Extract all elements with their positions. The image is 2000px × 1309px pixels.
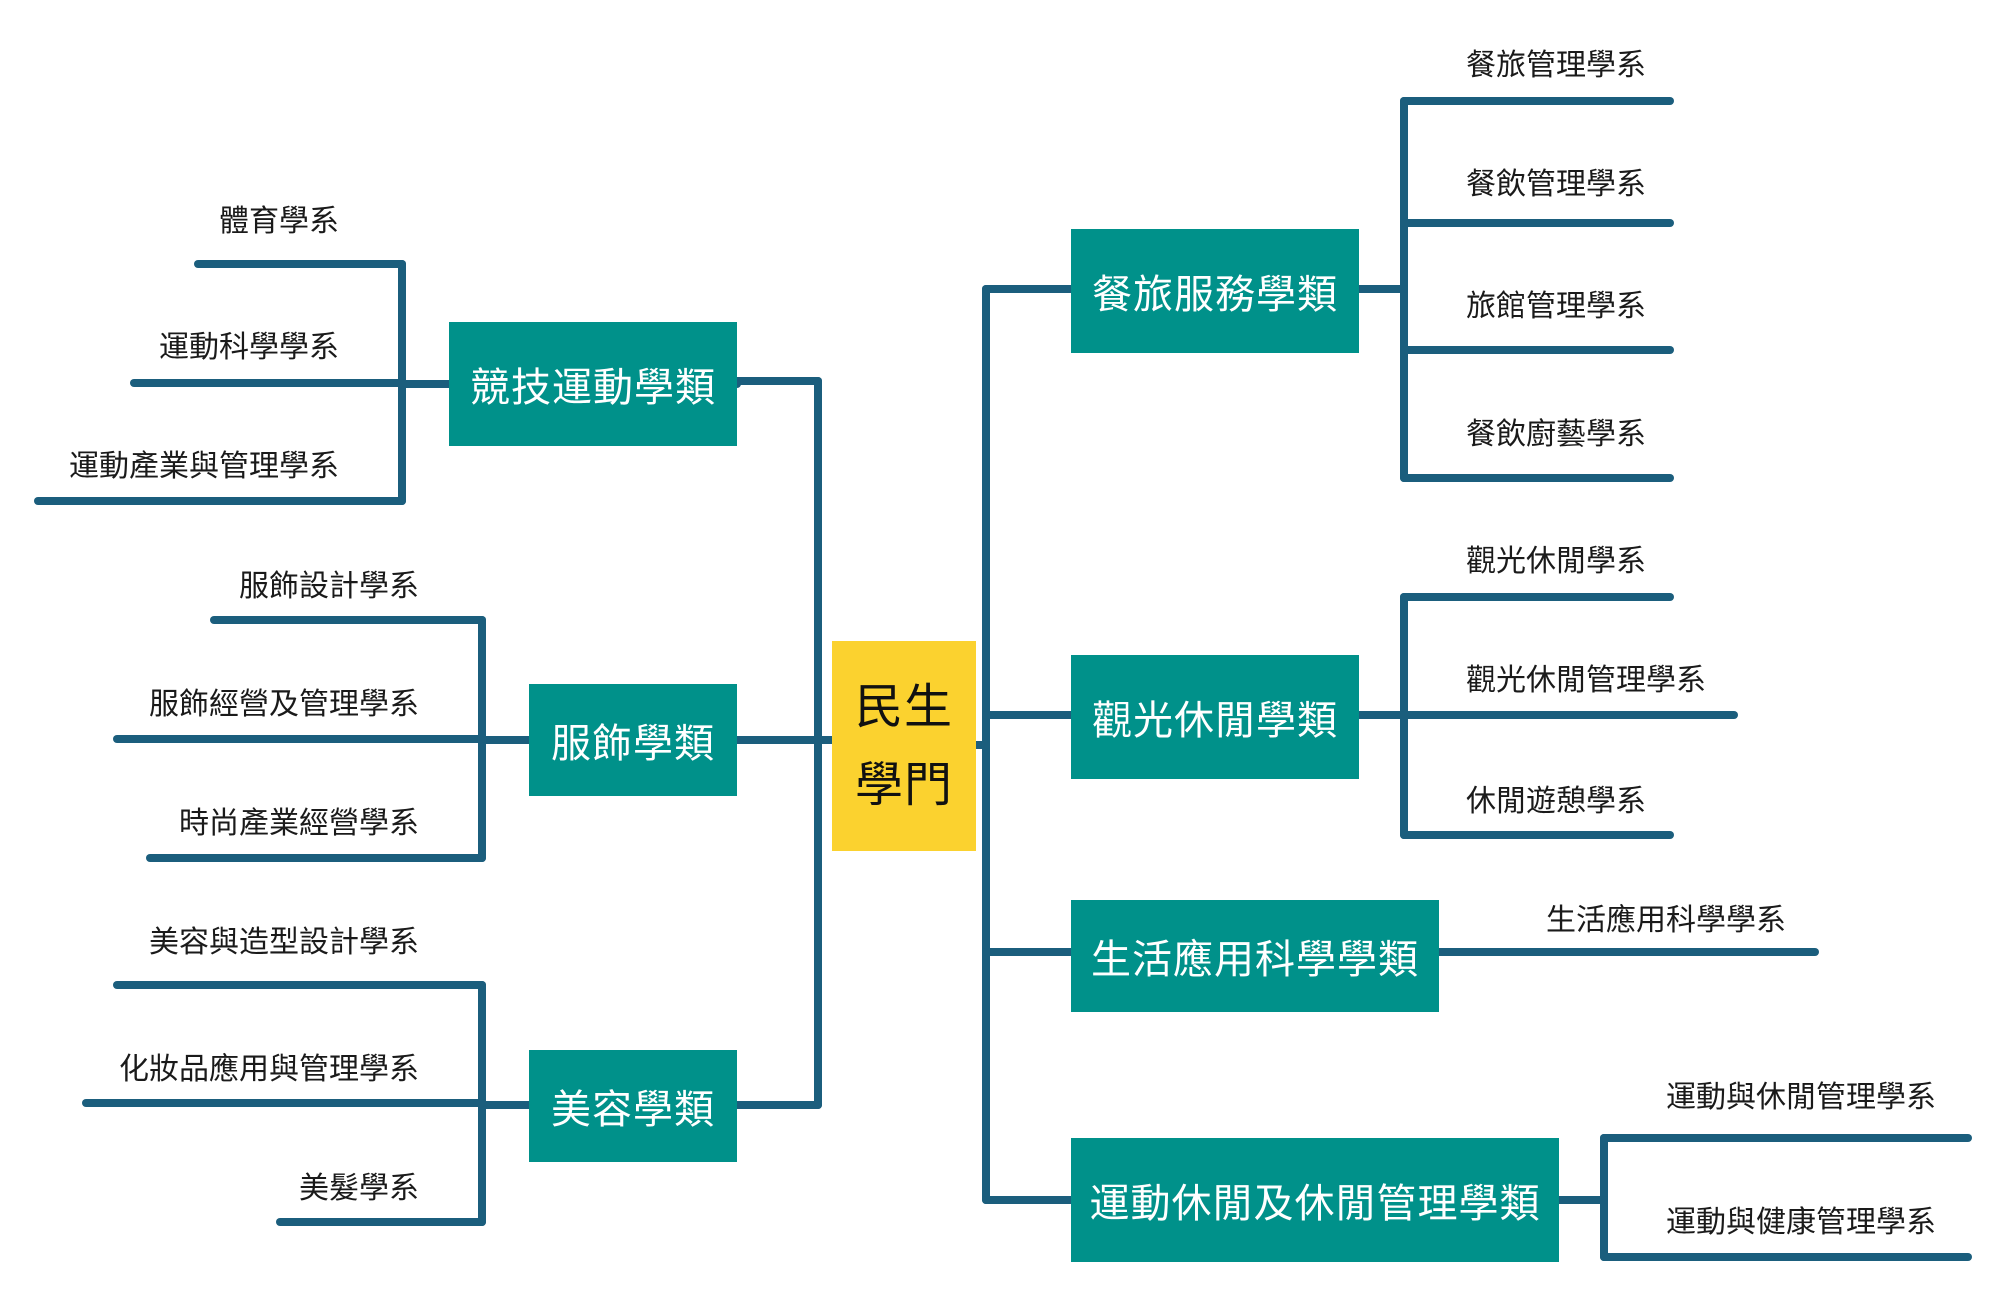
category-label: 觀光休閒學類 (1092, 698, 1338, 744)
category-tourism-leisure: 觀光休閒學類 (1071, 655, 1359, 779)
leaf-item: 餐飲管理學系 (1466, 167, 1646, 202)
leaf-item: 餐飲廚藝學系 (1466, 417, 1646, 452)
category-label: 餐旅服務學類 (1092, 272, 1338, 318)
leaf-item: 餐旅管理學系 (1466, 48, 1646, 83)
leaf-item: 美容與造型設計學系 (149, 925, 419, 960)
leaf-item: 時尚產業經營學系 (179, 806, 419, 841)
category-competitive-sports: 競技運動學類 (449, 322, 737, 446)
mind-map: 民生 學門 競技運動學類 服飾學類 美容學類 餐旅服務學類 觀光休閒學類 生活應… (0, 0, 2000, 1309)
category-label: 運動休閒及休閒管理學類 (1089, 1181, 1541, 1227)
leaf-item: 觀光休閒學系 (1466, 544, 1646, 579)
category-hospitality: 餐旅服務學類 (1071, 229, 1359, 353)
leaf-item: 運動科學學系 (159, 330, 339, 365)
leaf-item: 化妝品應用與管理學系 (119, 1052, 419, 1087)
leaf-item: 體育學系 (219, 204, 339, 239)
root-line-1: 民生 (854, 679, 953, 735)
leaf-item: 觀光休閒管理學系 (1466, 663, 1706, 698)
category-apparel: 服飾學類 (529, 684, 737, 796)
root-node: 民生 學門 (832, 641, 976, 851)
leaf-item: 運動與健康管理學系 (1666, 1205, 1936, 1240)
category-label: 服飾學類 (551, 721, 715, 767)
root-line-2: 學門 (854, 757, 953, 813)
category-label: 美容學類 (551, 1087, 715, 1133)
category-beauty: 美容學類 (529, 1050, 737, 1162)
leaf-item: 運動產業與管理學系 (69, 449, 339, 484)
leaf-item: 生活應用科學學系 (1546, 903, 1786, 938)
leaf-item: 運動與休閒管理學系 (1666, 1080, 1936, 1115)
leaf-item: 休閒遊憩學系 (1466, 784, 1646, 819)
category-sports-leisure-management: 運動休閒及休閒管理學類 (1071, 1138, 1559, 1262)
category-label: 競技運動學類 (470, 365, 716, 411)
leaf-item: 服飾經營及管理學系 (149, 687, 419, 722)
leaf-item: 服飾設計學系 (239, 569, 419, 604)
leaf-item: 美髮學系 (299, 1171, 419, 1206)
category-label: 生活應用科學學類 (1091, 937, 1419, 983)
leaf-item: 旅館管理學系 (1466, 289, 1646, 324)
category-applied-life-science: 生活應用科學學類 (1071, 900, 1439, 1012)
